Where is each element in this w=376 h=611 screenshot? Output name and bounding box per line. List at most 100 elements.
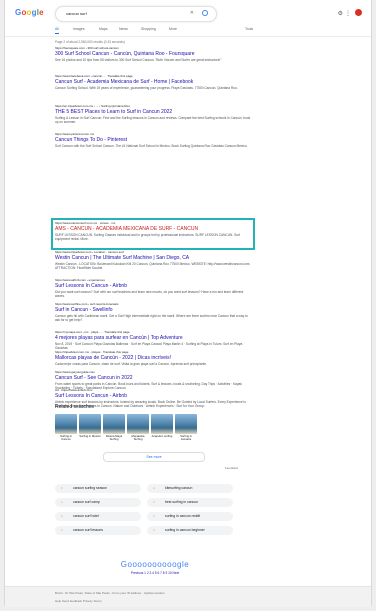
pagination-logo: Goooooooooogle (120, 560, 190, 569)
search-icon: ⌕ (153, 486, 155, 490)
tab-tools[interactable]: Tools (245, 27, 253, 31)
result-url[interactable]: https://en.tripadvisor.com.mx › ... › Su… (55, 104, 251, 108)
related-search-chip[interactable]: ⌕ cancun surf lessons (55, 526, 141, 535)
result-url[interactable]: https://mymaps.com › mx · playa ... · Tr… (55, 330, 251, 334)
apps-grid-icon[interactable]: ⋮ (345, 10, 351, 17)
result-snippet: Cancun Surfing School. With 19 years of … (55, 86, 238, 90)
search-icon: ⌕ (61, 486, 63, 490)
result-item: https://www.pinterest.com.mx Cancun Thin… (55, 132, 251, 148)
result-url[interactable]: https://www.surfline.com › surf-reports-… (55, 302, 251, 306)
related-image-card[interactable]: Acapulco surfing (151, 414, 173, 438)
result-title[interactable]: 4 mejores playas para surfear en Cancún … (55, 335, 251, 341)
footer-links[interactable]: Help Send feedback Privacy Terms (55, 599, 102, 603)
result-snippet: Surfing & Lesson in Surf Cancun. Find an… (55, 116, 251, 125)
related-image-card[interactable]: Mayakoba Surfing (127, 414, 149, 441)
gear-icon[interactable]: ⚙ (338, 10, 343, 17)
related-search-chip[interactable]: ⌕ best surfing in cancun (147, 498, 233, 507)
result-item: https://www.surfline.com › surf-reports-… (55, 302, 251, 322)
related-search-chip[interactable]: ⌕ cancun surf hotel (55, 512, 141, 521)
feedback-link[interactable]: Feedback (225, 466, 238, 470)
search-icon: ⌕ (61, 528, 63, 532)
related-image[interactable] (103, 414, 125, 434)
result-title[interactable]: Surf Lessons In Cancun - Airbnb (55, 393, 251, 399)
related-caption: Surfing in Mexico (79, 434, 101, 438)
search-icon: ⌕ (61, 514, 63, 518)
result-item: https://foursquare.com › 300 surf-school… (55, 46, 251, 62)
result-url[interactable]: https://www.pinterest.com.mx (55, 132, 251, 136)
tab-more[interactable]: More (169, 27, 177, 31)
google-logo[interactable]: Google (15, 8, 44, 17)
result-title[interactable]: 300 Surf School Cancun - Cancún, Quintan… (55, 51, 251, 57)
search-icon: ⌕ (153, 500, 155, 504)
related-search-chip[interactable]: ⌕ cancun surfing season (55, 484, 141, 493)
see-more-button[interactable]: See more (103, 452, 205, 462)
result-snippet: Surf Cancun with the Surf School Cancun.… (55, 144, 248, 148)
clear-icon[interactable]: ✕ (190, 10, 194, 16)
tab-all[interactable]: All (55, 27, 59, 34)
related-caption: Mayakoba Surfing (131, 434, 145, 442)
search-icon[interactable] (202, 10, 208, 16)
search-tabs: All Images Maps News Shopping More Tools (55, 27, 285, 36)
search-icon: ⌕ (153, 528, 155, 532)
related-image[interactable] (151, 414, 173, 434)
pagination: Goooooooooogle Previous 1 2 3 4 5 6 7 8 … (55, 560, 255, 580)
related-image[interactable] (175, 414, 197, 434)
related-image-card[interactable]: Surfing in Cancun (55, 414, 77, 441)
tab-images[interactable]: Images (73, 27, 84, 31)
result-url[interactable]: https://tripadvisor.com.mx · playas · Tr… (55, 350, 251, 354)
related-search-chip[interactable]: ⌕ surfing in cancun beginner (147, 526, 233, 535)
search-box[interactable]: ✕ (55, 6, 217, 22)
related-image-card[interactable]: Surfing in Mexico (79, 414, 101, 438)
related-searches-title: Related searches (55, 404, 94, 410)
result-title[interactable]: Surf in Cancun - Swellinfo (55, 307, 251, 313)
result-item: https://www.airbnb.com › experiences Sur… (55, 278, 251, 298)
result-item: https://en.tripadvisor.com.mx › ... › Su… (55, 104, 251, 124)
header: Google ✕ ⚙ ⋮ All Images Maps News Shoppi… (5, 0, 371, 37)
result-title[interactable]: Cancun Surf - See Cancun in 2022 (55, 375, 251, 381)
result-stats: Page 2 of about 2,560,000 results (0.43 … (55, 40, 125, 44)
search-icon: ⌕ (153, 514, 155, 518)
result-url[interactable]: https://foursquare.com › 300 surf-school… (55, 46, 251, 50)
search-results-page: Google ✕ ⚙ ⋮ All Images Maps News Shoppi… (4, 0, 372, 607)
result-snippet: Cancun gets hit with Caribbean swell. Ge… (55, 314, 248, 323)
result-snippet: Westin Cancun - LOCATION: Boulevard Kuku… (55, 262, 251, 271)
location-line: Brazil · Dr São Paulo, State of São Paul… (55, 591, 165, 595)
related-image[interactable] (55, 414, 77, 434)
result-item: https://www.facebook.com › cancun... · T… (55, 74, 251, 90)
result-url[interactable]: https://www.getyourguide.com (55, 370, 251, 374)
result-title[interactable]: AMS - CANCUN - ACADEMIA MEXICANA DE SURF… (55, 226, 251, 232)
result-url[interactable]: https://www.cancunsurf.com.mx · cursos ·… (55, 221, 251, 225)
tab-news[interactable]: News (119, 27, 128, 31)
related-image[interactable] (79, 414, 101, 434)
related-search-chip[interactable]: ⌕ cancun surf camp (55, 498, 141, 507)
result-url[interactable]: Ad · https://www.airbnb.com (55, 388, 251, 392)
tab-maps[interactable]: Maps (99, 27, 108, 31)
result-title[interactable]: Mallorcas playas de Cancún - 2022 | Dica… (55, 355, 251, 361)
result-title[interactable]: THE 5 BEST Places to Learn to Surf in Ca… (55, 109, 251, 115)
related-image[interactable] (127, 414, 149, 434)
result-title[interactable]: Westin Cancun | The Ultimate Surf Machin… (55, 255, 251, 261)
result-snippet: See 16 photos and 10 tips from 55 visito… (55, 58, 222, 62)
related-caption: Surfing in Cancun (60, 434, 72, 442)
page-numbers[interactable]: Previous 1 2 3 4 5 6 7 8 9 10 Next (55, 571, 255, 575)
result-item: https://www.cancunsurf.com.mx · cursos ·… (55, 221, 251, 241)
result-title[interactable]: Cancun Things To Do - Pinterest (55, 137, 251, 143)
related-image-card[interactable]: Riviera Maya Surfing (103, 414, 125, 441)
result-snippet: SURF LESSON CANCUN. Surfing Classes indi… (55, 233, 240, 242)
related-image-card[interactable]: Surfing in Jamaica (175, 414, 197, 441)
result-title[interactable]: Cancun Surf - Academia Mexicana de Surf … (55, 79, 251, 85)
related-search-chip[interactable]: ⌕ surfing in cancun reddit (147, 512, 233, 521)
related-search-chip[interactable]: ⌕ kitesurfing cancun (147, 484, 233, 493)
search-icon: ⌕ (61, 500, 63, 504)
search-input[interactable] (66, 9, 184, 18)
result-snippet: Cada mejor cosas para Cancún, clase de s… (55, 362, 207, 366)
related-caption: Riviera Maya Surfing (105, 434, 123, 442)
footer: Brazil · Dr São Paulo, State of São Paul… (5, 586, 371, 607)
result-url[interactable]: https://www.facebook.com › cancun... · T… (55, 74, 251, 78)
result-url[interactable]: https://www.tripadvisor.com › Location ·… (55, 250, 251, 254)
result-item: https://www.tripadvisor.com › Location ·… (55, 250, 251, 270)
result-title[interactable]: Surf Lessons In Cancun - Airbnb (55, 283, 251, 289)
tab-shopping[interactable]: Shopping (141, 27, 156, 31)
avatar[interactable] (355, 9, 362, 16)
result-url[interactable]: https://www.airbnb.com › experiences (55, 278, 251, 282)
